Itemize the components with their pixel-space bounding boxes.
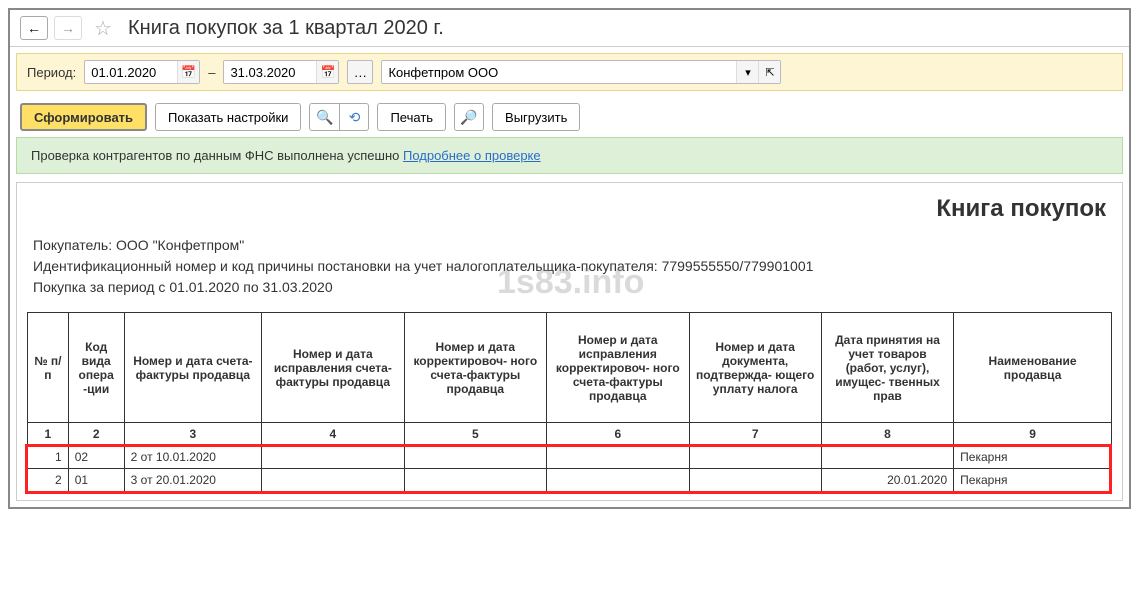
column-header: Наименование продавца [954, 313, 1112, 423]
date-to-input[interactable] [224, 63, 316, 82]
page-title: Книга покупок за 1 квартал 2020 г. [128, 17, 444, 40]
forward-button[interactable]: → [54, 16, 82, 40]
column-number: 7 [689, 423, 821, 446]
column-number: 8 [821, 423, 953, 446]
column-number: 5 [404, 423, 546, 446]
calendar-icon[interactable]: 📅 [177, 61, 199, 83]
search-back-icon[interactable]: ⟲ [339, 103, 369, 131]
preview-icon[interactable]: 🔎 [454, 103, 484, 131]
open-icon[interactable]: ⇱ [758, 61, 780, 83]
column-header: Номер и дата документа, подтвержда- ющег… [689, 313, 821, 423]
period-more-button[interactable]: … [347, 60, 373, 84]
period-label: Период: [27, 65, 76, 80]
column-number: 6 [547, 423, 689, 446]
column-header: Номер и дата исправления корректировоч- … [547, 313, 689, 423]
buyer-value: ООО "Конфетпром" [116, 237, 244, 253]
report-period: Покупка за период с 01.01.2020 по 31.03.… [33, 277, 1106, 298]
print-button[interactable]: Печать [377, 103, 446, 131]
show-settings-button[interactable]: Показать настройки [155, 103, 301, 131]
inn-label: Идентификационный номер и код причины по… [33, 258, 662, 274]
column-number: 3 [124, 423, 261, 446]
column-number: 1 [28, 423, 69, 446]
info-bar: Проверка контрагентов по данным ФНС выпо… [16, 137, 1123, 174]
period-dash: – [208, 65, 215, 80]
report-area: Книга покупок Покупатель: ООО "Конфетпро… [16, 182, 1123, 501]
report-table: № п/пКод вида опера -цииНомер и дата сче… [27, 312, 1112, 492]
export-button[interactable]: Выгрузить [492, 103, 580, 131]
back-button[interactable]: ← [20, 16, 48, 40]
org-field[interactable]: ▾ ⇱ [381, 60, 781, 84]
column-header: Номер и дата счета-фактуры продавца [124, 313, 261, 423]
column-header: Номер и дата корректировоч- ного счета-ф… [404, 313, 546, 423]
column-header: № п/п [28, 313, 69, 423]
date-from-input[interactable] [85, 63, 177, 82]
column-header: Дата принятия на учет товаров (работ, ус… [821, 313, 953, 423]
dropdown-icon[interactable]: ▾ [736, 61, 758, 83]
column-number: 4 [262, 423, 404, 446]
generate-button[interactable]: Сформировать [20, 103, 147, 131]
column-header: Код вида опера -ции [68, 313, 124, 423]
info-text: Проверка контрагентов по данным ФНС выпо… [31, 148, 403, 163]
column-header: Номер и дата исправления счета-фактуры п… [262, 313, 404, 423]
info-link[interactable]: Подробнее о проверке [403, 148, 541, 163]
org-input[interactable] [382, 63, 736, 82]
inn-value: 7799555550/779901001 [662, 258, 814, 274]
table-row[interactable]: 2013 от 20.01.202020.01.2020Пекарня [28, 469, 1112, 492]
table-row[interactable]: 1022 от 10.01.2020Пекарня [28, 446, 1112, 469]
report-title: Книга покупок [17, 183, 1122, 231]
date-to-field[interactable]: 📅 [223, 60, 339, 84]
column-number: 2 [68, 423, 124, 446]
date-from-field[interactable]: 📅 [84, 60, 200, 84]
column-number: 9 [954, 423, 1112, 446]
star-icon[interactable]: ☆ [92, 17, 114, 39]
buyer-label: Покупатель: [33, 237, 116, 253]
calendar-icon[interactable]: 📅 [316, 61, 338, 83]
search-icon[interactable]: 🔍 [309, 103, 339, 131]
